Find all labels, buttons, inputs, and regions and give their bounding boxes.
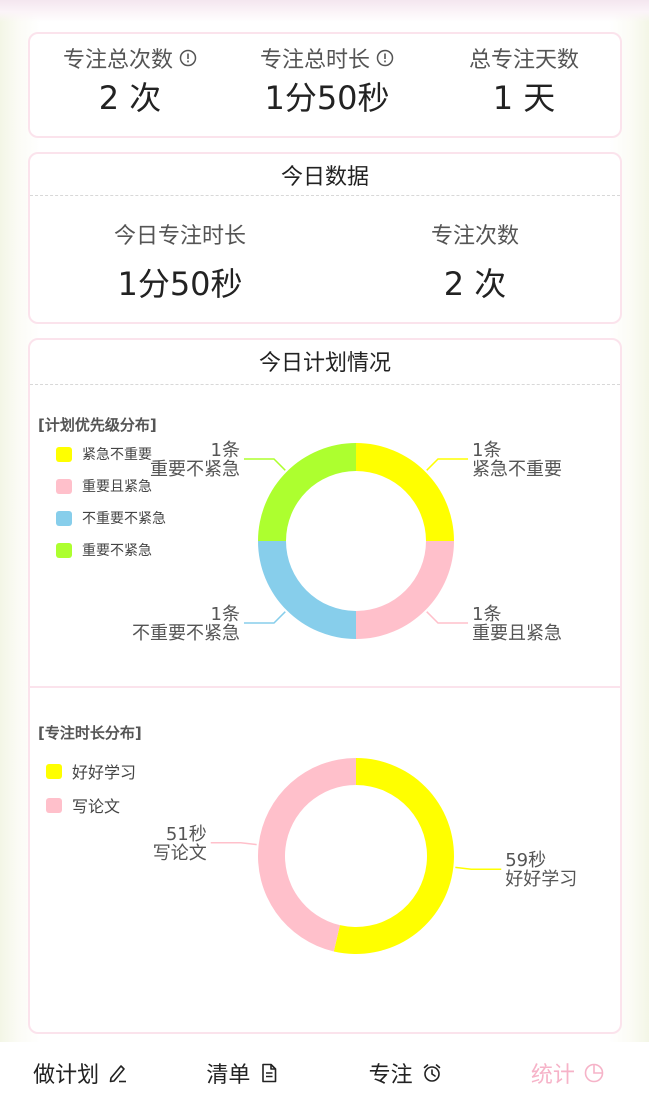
alarm-clock-icon (421, 1062, 443, 1084)
label-leader-line (243, 611, 286, 624)
bottom-nav: 做计划 清单 专注 统计 (0, 1042, 649, 1104)
chart-divider (30, 686, 620, 688)
label-leader-line (426, 611, 469, 624)
today-title: 今日数据 (280, 165, 369, 190)
slice-value-label: 51秒 (166, 824, 207, 845)
nav-label: 统计 (530, 1063, 575, 1088)
nav-label: 清单 (206, 1063, 251, 1088)
info-icon[interactable] (376, 49, 394, 67)
total-count-stat: 专注总次数 2 次 (30, 42, 230, 118)
summary-card: 专注总次数 2 次 专注总时长 1分50秒 总专注天数 1 天 (28, 32, 622, 138)
today-card: 今日数据 今日专注时长 1分50秒 专注次数 2 次 (28, 152, 622, 324)
top-fade (0, 0, 649, 22)
label-leader-line (455, 866, 502, 870)
nav-item-plan[interactable]: 做计划 (0, 1042, 162, 1104)
slice-name-label: 紧急不重要 (472, 459, 562, 480)
nav-label: 做计划 (33, 1063, 100, 1088)
plan-title: 今日计划情况 (258, 351, 391, 376)
document-icon (258, 1062, 280, 1084)
today-focus-time-stat: 今日专注时长 1分50秒 (80, 218, 280, 304)
today-focus-count-value: 2 次 (443, 265, 507, 303)
pencil-icon (107, 1062, 129, 1084)
total-count-label: 专注总次数 (62, 48, 173, 73)
label-leader-line (426, 458, 469, 471)
slice-name-label: 不重要不紧急 (132, 623, 240, 644)
slice-name-label: 好好学习 (505, 869, 577, 890)
total-days-value: 1 天 (492, 79, 556, 117)
total-time-label: 专注总时长 (259, 48, 370, 73)
plan-card: 今日计划情况 [计划优先级分布] 紧急不重要 重要且紧急 不重要不紧急 重要不紧急 1… (28, 338, 622, 1034)
total-days-label: 总专注天数 (468, 48, 579, 73)
total-count-value: 2 次 (98, 79, 162, 117)
donut-slice[interactable] (258, 541, 356, 639)
total-days-stat: 总专注天数 1 天 (424, 42, 624, 118)
today-focus-count-stat: 专注次数 2 次 (375, 218, 575, 304)
slice-value-label: 1条 (211, 440, 240, 461)
label-leader-line (210, 842, 257, 846)
slice-name-label: 重要不紧急 (150, 459, 240, 480)
nav-item-focus[interactable]: 专注 (325, 1042, 487, 1104)
info-icon[interactable] (179, 49, 197, 67)
donut-slice[interactable] (257, 758, 356, 952)
slice-value-label: 1条 (472, 604, 501, 625)
total-time-value: 1分50秒 (264, 79, 390, 117)
donut-slice[interactable] (356, 443, 454, 541)
total-time-stat: 专注总时长 1分50秒 (227, 42, 427, 118)
donut-slice[interactable] (356, 541, 454, 639)
donut-slice[interactable] (333, 758, 454, 954)
slice-name-label: 重要且紧急 (472, 623, 562, 644)
today-focus-time-value: 1分50秒 (117, 265, 243, 303)
priority-donut-chart: 1条紧急不重要1条重要且紧急1条不重要不紧急1条重要不紧急 (132, 440, 562, 644)
divider (30, 195, 620, 196)
slice-value-label: 59秒 (505, 850, 546, 871)
donut-slice[interactable] (258, 443, 356, 541)
nav-item-list[interactable]: 清单 (162, 1042, 324, 1104)
focus-time-donut-chart: 59秒好好学习 51秒写论文 (153, 758, 577, 954)
today-focus-count-label: 专注次数 (430, 224, 519, 249)
slice-name-label: 写论文 (153, 843, 207, 864)
nav-label: 专注 (368, 1063, 413, 1088)
today-focus-time-label: 今日专注时长 (113, 224, 246, 249)
label-leader-line (243, 458, 286, 471)
nav-item-stats[interactable]: 统计 (487, 1042, 649, 1104)
pie-chart-icon (583, 1062, 605, 1084)
slice-value-label: 1条 (472, 440, 501, 461)
divider (30, 384, 620, 385)
slice-value-label: 1条 (211, 604, 240, 625)
